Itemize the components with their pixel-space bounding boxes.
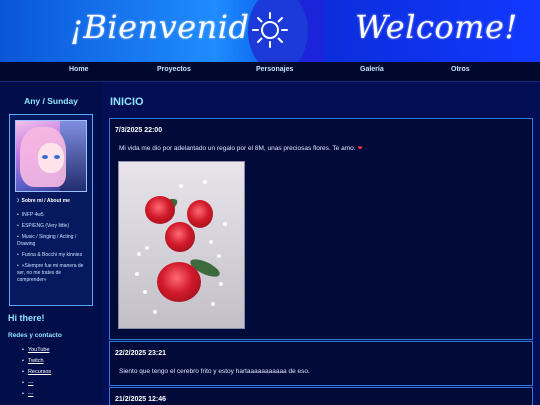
nav-galeria[interactable]: Galería — [360, 66, 384, 73]
sidebar: Any / Sunday ☽Sobre mí / About me INFP 4… — [0, 82, 102, 405]
recursos-link[interactable]: Recursos — [28, 369, 51, 375]
nav-proyectos[interactable]: Proyectos — [157, 66, 191, 73]
about-list: INFP 4w5 ESP/ENG (Very little) Music / S… — [17, 212, 91, 288]
post-date: 21/2/2025 12:46 — [115, 396, 166, 403]
avatar — [15, 120, 87, 192]
youtube-link[interactable]: YouTube — [28, 347, 50, 353]
post-card: 21/2/2025 12:46 — [109, 387, 533, 405]
header-banner: ¡Bienvenido! Welcome! — [0, 0, 540, 62]
list-item: «Siempre fue mi manera de ser, no me tra… — [17, 263, 91, 284]
post-date: 22/2/2025 23:21 — [115, 350, 166, 357]
placeholder-link[interactable]: --- — [28, 391, 34, 397]
profile-card: ☽Sobre mí / About me INFP 4w5 ESP/ENG (V… — [9, 114, 93, 306]
nav-home[interactable]: Home — [69, 66, 88, 73]
social-heading: Redes y contacto — [8, 332, 62, 339]
list-item: Music / Singing / Acting / Drawing — [17, 234, 91, 248]
post-photo[interactable] — [118, 161, 245, 329]
page-title: INICIO — [110, 96, 144, 108]
twitch-link[interactable]: Twitch — [28, 358, 44, 364]
hi-there-heading: Hi there! — [8, 313, 45, 323]
social-links: YouTube Twitch Recursos --- --- — [22, 347, 51, 402]
post-card: 22/2/2025 23:21 Siento que tengo el cere… — [109, 341, 533, 386]
nav-otros[interactable]: Otros — [451, 66, 470, 73]
about-heading-label: Sobre mí / About me — [21, 198, 70, 204]
list-item: INFP 4w5 — [17, 212, 91, 219]
nav-personajes[interactable]: Personajes — [256, 66, 293, 73]
post-body: Mi vida me dio por adelantado un regalo … — [119, 145, 356, 152]
banner-title-english: Welcome! — [355, 8, 518, 46]
sun-icon — [252, 12, 288, 48]
post-card: 7/3/2025 22:00 Mi vida me dio por adelan… — [109, 118, 533, 340]
moon-icon: ☽ — [15, 198, 20, 204]
about-heading: ☽ Sobre mí / About me — [15, 198, 70, 204]
post-text: Mi vida me dio por adelantado un regalo … — [119, 145, 363, 152]
main-nav: Home Proyectos Personajes Galería Otros — [0, 62, 540, 82]
list-item: Furina & Bocchi my kinnies — [17, 252, 91, 259]
list-item: ESP/ENG (Very little) — [17, 223, 91, 230]
post-text: Siento que tengo el cerebro frito y esto… — [119, 368, 310, 375]
post-date: 7/3/2025 22:00 — [115, 127, 163, 134]
heart-icon: ❤ — [357, 146, 363, 152]
sidebar-title: Any / Sunday — [24, 96, 78, 106]
placeholder-link[interactable]: --- — [28, 380, 34, 386]
main-content: INICIO 7/3/2025 22:00 Mi vida me dio por… — [102, 82, 540, 405]
